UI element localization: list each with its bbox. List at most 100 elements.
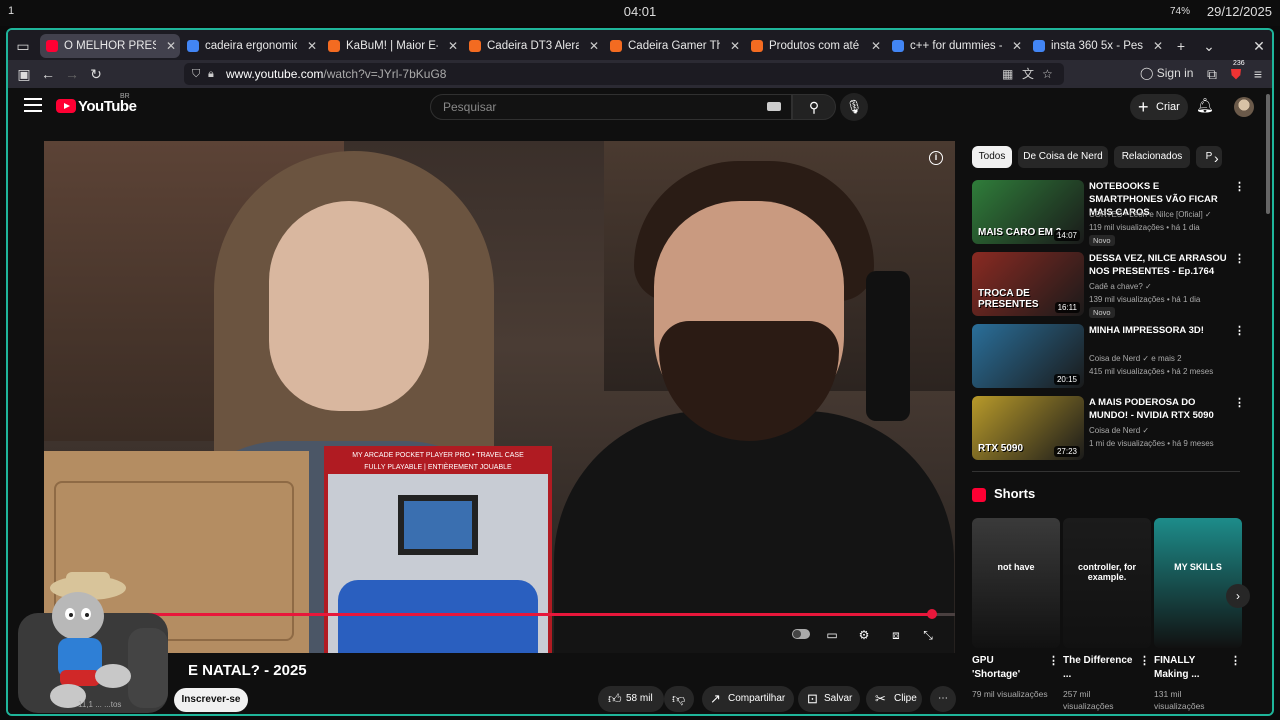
video-thumbnail[interactable]: 20:15	[972, 324, 1084, 388]
recommended-channel[interactable]: Coisa de Nerd ✓	[1089, 426, 1149, 435]
video-options-kebab-icon[interactable]: ⋮	[1234, 252, 1245, 265]
search-button[interactable]: ⚲	[792, 94, 836, 120]
recommended-video[interactable]: RTX 5090 27:23 A MAIS PODEROSA DO MUNDO! -…	[972, 396, 1247, 460]
short-thumbnail-text: MY SKILLS	[1174, 562, 1222, 572]
tab-close-icon[interactable]: ✕	[730, 34, 740, 58]
video-thumbnail[interactable]: RTX 5090 27:23	[972, 396, 1084, 460]
short-options-kebab-icon[interactable]: ⋮	[1048, 654, 1059, 667]
browser-tab[interactable]: Cadeira Gamer Thunde ✕	[604, 34, 744, 58]
short-thumbnail[interactable]: MY SKILLS	[1154, 518, 1242, 648]
browser-tab[interactable]: insta 360 5x - Pesquis ✕	[1027, 34, 1167, 58]
filter-chip[interactable]: Relacionados	[1114, 146, 1190, 168]
recommended-channel[interactable]: Coisa de Nerd ✓ e mais 2	[1089, 354, 1182, 363]
app-menu-icon[interactable]: ≡	[1248, 64, 1268, 84]
recommended-channel[interactable]: CORTES - Leon e Nilce [Oficial] ✓	[1089, 210, 1212, 219]
settings-gear-icon[interactable]: ⚙	[854, 627, 874, 643]
recommended-title[interactable]: MINHA IMPRESSORA 3D!	[1089, 324, 1229, 337]
short-options-kebab-icon[interactable]: ⋮	[1139, 654, 1150, 667]
share-label: Compartilhar	[728, 693, 786, 704]
shorts-header-label: Shorts	[994, 486, 1036, 501]
tracking-shield-icon[interactable]: ⛉	[192, 63, 200, 85]
tab-list-chevron-icon[interactable]: ⌄	[1198, 35, 1220, 57]
reload-icon[interactable]: ↻	[86, 64, 106, 84]
like-button[interactable]: 👍︎ 58 mil	[598, 686, 664, 712]
picture-icon[interactable]: ▦	[1002, 63, 1013, 85]
filter-chip[interactable]: De Coisa de Nerd	[1018, 146, 1108, 168]
tab-close-icon[interactable]: ✕	[1012, 34, 1022, 58]
tab-close-icon[interactable]: ✕	[871, 34, 881, 58]
tab-close-icon[interactable]: ✕	[448, 34, 458, 58]
save-button[interactable]: ⊡ Salvar	[798, 686, 860, 712]
recommended-title[interactable]: A MAIS PODEROSA DO MUNDO! - NVIDIA RTX 5…	[1089, 396, 1229, 422]
filter-chip[interactable]: Todos	[972, 146, 1012, 168]
new-tab-button[interactable]: +	[1170, 35, 1192, 57]
info-icon[interactable]: i	[929, 151, 943, 165]
short-options-kebab-icon[interactable]: ⋮	[1230, 654, 1241, 667]
share-button[interactable]: ↗ Compartilhar	[702, 686, 794, 712]
sign-in-button[interactable]: ◯ Sign in	[1140, 66, 1193, 80]
short-title[interactable]: FINALLY Making ...	[1154, 654, 1224, 682]
tab-close-icon[interactable]: ✕	[166, 34, 176, 58]
subscribe-button[interactable]: Inscrever-se	[174, 688, 248, 712]
browser-tab[interactable]: Produtos com até 15 C ✕	[745, 34, 885, 58]
avatar[interactable]	[1234, 97, 1254, 117]
tab-overview-icon[interactable]: ▭	[12, 35, 34, 57]
short-thumbnail[interactable]: controller, for example.	[1063, 518, 1151, 648]
close-window-icon[interactable]: ✕	[1248, 35, 1270, 57]
search-input[interactable]	[431, 95, 751, 119]
notifications-bell-icon[interactable]: 🔔︎	[1196, 97, 1214, 114]
subtitles-icon[interactable]: ▭	[822, 627, 842, 643]
autoplay-toggle[interactable]	[792, 629, 810, 639]
scissors-icon: ✂	[875, 691, 886, 706]
short-title[interactable]: GPU 'Shortage'	[972, 654, 1042, 682]
more-actions-button[interactable]: ⋯	[930, 686, 956, 712]
create-button[interactable]: + Criar	[1130, 94, 1188, 120]
recommended-video[interactable]: 20:15 MINHA IMPRESSORA 3D! Coisa de Nerd ✓…	[972, 324, 1247, 388]
translate-icon[interactable]: 文	[1022, 63, 1034, 85]
tab-close-icon[interactable]: ✕	[1153, 34, 1163, 58]
tab-favicon-icon	[751, 40, 763, 52]
video-person-man-body	[554, 411, 954, 653]
extensions-icon[interactable]: ⧉	[1202, 64, 1222, 84]
fullscreen-icon[interactable]: ⤡	[918, 627, 938, 643]
video-options-kebab-icon[interactable]: ⋮	[1234, 396, 1245, 409]
video-thumbnail[interactable]: MAIS CARO EM 2 14:07	[972, 180, 1084, 244]
forward-arrow-icon[interactable]: →	[62, 64, 82, 84]
address-bar[interactable]: ⛉ 🔒︎ www.youtube.com/watch?v=JYrl-7bKuG8…	[184, 63, 1064, 85]
sidebar-toggle-icon[interactable]: ▣	[14, 64, 34, 84]
chips-next-chevron-icon[interactable]: ›	[1214, 150, 1219, 166]
bookmark-star-icon[interactable]: ☆	[1042, 63, 1053, 85]
recommended-title[interactable]: DESSA VEZ, NILCE ARRASOU NOS PRESENTES -…	[1089, 252, 1229, 278]
back-arrow-icon[interactable]: ←	[38, 64, 58, 84]
browser-tab[interactable]: c++ for dummies - Pes ✕	[886, 34, 1026, 58]
keyboard-icon[interactable]	[767, 102, 781, 111]
scrollbar[interactable]	[1266, 94, 1270, 214]
recommended-video[interactable]: TROCA DE PRESENTES 16:11 DESSA VEZ, NILCE …	[972, 252, 1247, 318]
like-count: 58 mil	[626, 693, 653, 704]
tab-close-icon[interactable]: ✕	[307, 34, 317, 58]
shorts-next-chevron-icon[interactable]: ›	[1226, 584, 1250, 608]
dislike-button[interactable]: 👎︎	[664, 686, 694, 712]
recommended-channel[interactable]: Cadê a chave? ✓	[1089, 282, 1152, 291]
short-thumbnail-text: controller, for example.	[1077, 562, 1136, 582]
browser-tab[interactable]: Cadeira DT3 Alera+ | K ✕	[463, 34, 603, 58]
browser-tab[interactable]: cadeira ergonomica ga ✕	[181, 34, 321, 58]
tab-close-icon[interactable]: ✕	[589, 34, 599, 58]
clip-button[interactable]: ✂ Clipe	[866, 686, 922, 712]
video-options-kebab-icon[interactable]: ⋮	[1234, 180, 1245, 193]
video-options-kebab-icon[interactable]: ⋮	[1234, 324, 1245, 337]
lock-icon[interactable]: 🔒︎	[208, 63, 214, 85]
recommended-video[interactable]: MAIS CARO EM 2 14:07 NOTEBOOKS E SMARTPHON…	[972, 180, 1247, 246]
hamburger-menu-icon[interactable]	[24, 98, 42, 112]
tab-favicon-icon	[1033, 40, 1045, 52]
browser-tab[interactable]: KaBuM! | Maior E-com ✕	[322, 34, 462, 58]
ublock-icon[interactable]: ⛊	[1226, 64, 1246, 84]
short-title[interactable]: The Difference ...	[1063, 654, 1133, 682]
video-player[interactable]: MY ARCADE POCKET PLAYER PRO • TRAVEL CAS…	[44, 141, 955, 653]
voice-search-button[interactable]: 🎙︎	[840, 93, 868, 121]
video-thumbnail[interactable]: TROCA DE PRESENTES 16:11	[972, 252, 1084, 316]
browser-tab[interactable]: O MELHOR PRESEN ✕	[40, 34, 180, 58]
miniplayer-icon[interactable]: ⧈	[886, 627, 906, 643]
progress-bar[interactable]	[44, 609, 955, 619]
short-thumbnail[interactable]: not have	[972, 518, 1060, 648]
